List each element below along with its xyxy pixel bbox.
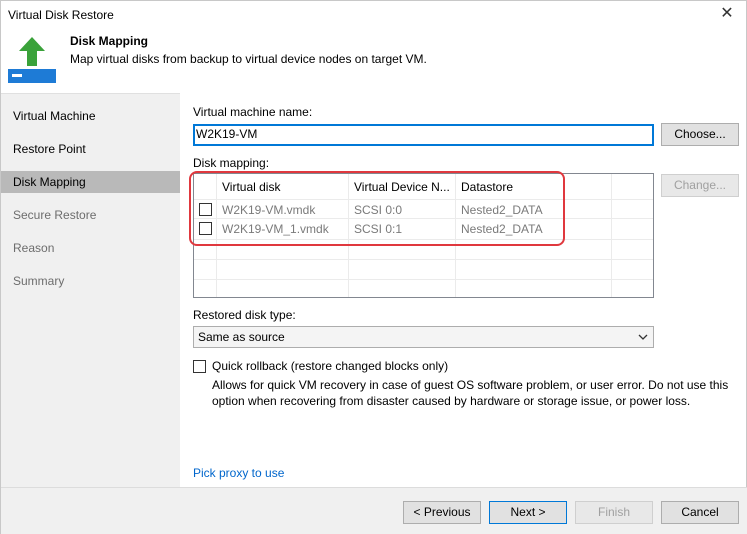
main-content: Virtual machine name: W2K19-VM Choose...…: [193, 93, 739, 487]
previous-button[interactable]: < Previous: [403, 501, 481, 524]
vm-name-field[interactable]: W2K19-VM: [193, 124, 654, 146]
step-reason: Reason: [13, 241, 55, 255]
title-bar: Virtual Disk Restore ✕: [1, 1, 747, 29]
step-virtual-machine[interactable]: Virtual Machine: [1, 105, 180, 127]
wizard-footer: < Previous Next > Finish Cancel: [1, 487, 747, 534]
cancel-button[interactable]: Cancel: [661, 501, 739, 524]
quick-rollback-label[interactable]: Quick rollback (restore changed blocks o…: [212, 359, 448, 373]
step-disk-mapping[interactable]: Disk Mapping: [1, 171, 180, 193]
finish-button[interactable]: Finish: [575, 501, 653, 524]
disk-mapping-label: Disk mapping:: [193, 156, 270, 170]
choose-button[interactable]: Choose...: [661, 123, 739, 146]
pick-proxy-link[interactable]: Pick proxy to use: [193, 466, 284, 480]
window-title: Virtual Disk Restore: [8, 8, 114, 22]
close-icon[interactable]: ✕: [719, 6, 735, 22]
quick-rollback-description: Allows for quick VM recovery in case of …: [212, 378, 729, 408]
step-summary: Summary: [13, 274, 65, 288]
chevron-down-icon: [638, 334, 648, 340]
highlight-annotation: [189, 171, 565, 246]
wizard-steps-sidebar: Virtual Machine Restore Point Disk Mappi…: [1, 93, 180, 487]
vm-name-label: Virtual machine name:: [193, 105, 313, 119]
restored-disk-type-select[interactable]: Same as source: [193, 326, 654, 348]
change-button[interactable]: Change...: [661, 174, 739, 197]
quick-rollback-checkbox[interactable]: [193, 360, 206, 373]
page-subtitle: Map virtual disks from backup to virtual…: [70, 52, 427, 66]
restored-disk-type-label: Restored disk type:: [193, 308, 296, 322]
step-secure-restore: Secure Restore: [13, 208, 97, 222]
page-title: Disk Mapping: [70, 34, 149, 48]
virtual-disk-restore-window: Virtual Disk Restore ✕ Disk Mapping Map …: [0, 0, 747, 534]
next-button[interactable]: Next >: [489, 501, 567, 524]
restored-disk-type-value: Same as source: [198, 330, 285, 344]
wizard-header: Disk Mapping Map virtual disks from back…: [1, 29, 747, 89]
step-restore-point[interactable]: Restore Point: [1, 138, 180, 160]
restore-arrow-disk-icon: [8, 37, 56, 83]
